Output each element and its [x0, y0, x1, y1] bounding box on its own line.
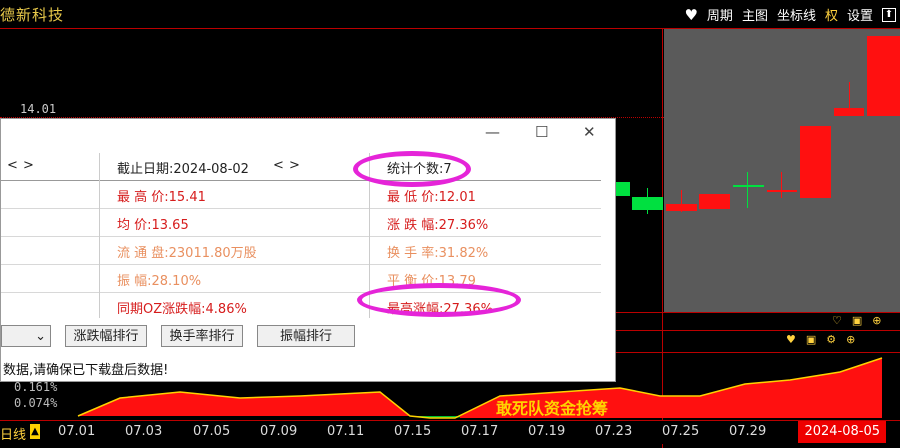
- chevron-down-icon: ⌄: [35, 329, 46, 344]
- date-tick: 07.23: [595, 424, 633, 439]
- indicator-value: 0.161%: [14, 380, 58, 394]
- date-tick: 07.25: [662, 424, 700, 439]
- nav-next-button[interactable]: >: [23, 158, 34, 173]
- highlight-ellipse: [357, 283, 521, 317]
- end-date-label: 截止日期:2024-08-02: [117, 162, 249, 177]
- oz-change: 同期OZ涨跌幅:4.86%: [117, 302, 247, 317]
- candle: [632, 197, 663, 210]
- date-tick: 07.05: [193, 424, 231, 439]
- close-icon[interactable]: ✕: [583, 123, 596, 141]
- amplitude: 振 幅:28.10%: [117, 274, 202, 289]
- shaded-range: [664, 28, 900, 313]
- turnover-rate: 换 手 率:31.82%: [387, 246, 489, 261]
- window-icon[interactable]: ▣: [852, 314, 862, 327]
- menu-settings[interactable]: 设置: [847, 5, 873, 24]
- stats-row: < > 截止日期:2024-08-02 < > 统计个数:7: [1, 153, 601, 181]
- current-date: 2024-08-05: [798, 421, 886, 443]
- rank-amplitude-button[interactable]: 振幅排行: [257, 325, 355, 347]
- date-tick: 07.03: [125, 424, 163, 439]
- maximize-icon[interactable]: ☐: [535, 123, 548, 141]
- dialog-note: 数据,请确保已下载盘后数据!: [3, 363, 169, 378]
- date-next-button[interactable]: >: [289, 158, 300, 173]
- stats-row: 振 幅:28.10% 平 衡 价:13.79: [1, 265, 601, 293]
- candle: [834, 108, 864, 116]
- stock-name: 德新科技: [0, 6, 65, 24]
- candle-wick: [781, 172, 782, 198]
- stats-row: 最 高 价:15.41 最 低 价:12.01: [1, 181, 601, 209]
- highlight-ellipse: [353, 151, 471, 187]
- warning-icon[interactable]: ▲: [30, 424, 40, 439]
- heart-icon[interactable]: ♡: [832, 314, 842, 327]
- top-bar: 德新科技 ♥ 周期 主图 坐标线 权 设置 ⬆: [0, 0, 900, 28]
- interval-stats-dialog: — ☐ ✕ < > 截止日期:2024-08-02 < > 统计个数:7 最 高…: [0, 118, 616, 382]
- window-icon[interactable]: ▣: [806, 333, 816, 346]
- date-tick: 07.19: [528, 424, 566, 439]
- sub-toolbar: ♥ ▣ ⚙ ⊕: [786, 333, 855, 346]
- arrow-up-icon[interactable]: ⬆: [882, 7, 896, 22]
- minimize-icon[interactable]: —: [485, 123, 500, 141]
- candle: [616, 182, 630, 196]
- date-axis: 日线 ▲ 07.01 07.03 07.05 07.09 07.11 07.15…: [0, 420, 900, 444]
- date-tick: 07.09: [260, 424, 298, 439]
- candle: [800, 126, 831, 198]
- candle: [867, 36, 900, 116]
- rank-turnover-button[interactable]: 换手率排行: [161, 325, 243, 347]
- date-tick: 07.29: [729, 424, 767, 439]
- divider: [0, 28, 900, 29]
- price-change: 涨 跌 幅:27.36%: [387, 218, 489, 233]
- nav-prev-button[interactable]: <: [7, 158, 18, 173]
- sub-toolbar: ♡ ▣ ⊕: [832, 314, 882, 327]
- indicator-slogan: 敢死队资金抢筹: [496, 399, 609, 418]
- column-divider: [99, 153, 100, 318]
- max-price: 最 高 价:15.41: [117, 190, 206, 205]
- dialog-titlebar: — ☐ ✕: [1, 119, 615, 147]
- float-shares: 流 通 盘:23011.80万股: [117, 246, 257, 261]
- candle-wick: [747, 172, 748, 208]
- candle: [767, 190, 797, 192]
- period-dropdown[interactable]: ⌄: [1, 325, 51, 347]
- heart-icon[interactable]: ♥: [786, 333, 796, 346]
- top-menu: ♥ 周期 主图 坐标线 权 设置 ⬆: [684, 5, 896, 24]
- price-label: 14.01: [20, 102, 57, 116]
- stats-row: 均 价:13.65 涨 跌 幅:27.36%: [1, 209, 601, 237]
- zoom-icon[interactable]: ⊕: [846, 333, 855, 346]
- indicator-value: 0.074%: [14, 396, 58, 410]
- stats-row: 流 通 盘:23011.80万股 换 手 率:31.82%: [1, 237, 601, 265]
- candle: [733, 185, 764, 187]
- area-segment: [78, 392, 410, 416]
- date-tick: 07.15: [394, 424, 432, 439]
- zoom-icon[interactable]: ⊕: [872, 314, 881, 327]
- date-tick: 07.11: [327, 424, 365, 439]
- date-tick: 07.01: [58, 424, 96, 439]
- menu-period[interactable]: 周期: [707, 5, 733, 24]
- avg-price: 均 价:13.65: [117, 218, 189, 233]
- menu-axis-line[interactable]: 坐标线: [777, 5, 816, 24]
- min-price: 最 低 价:12.01: [387, 190, 476, 205]
- candle: [666, 204, 697, 211]
- menu-main-chart[interactable]: 主图: [742, 5, 768, 24]
- heart-icon[interactable]: ♥: [684, 6, 697, 24]
- menu-adjust[interactable]: 权: [825, 5, 838, 24]
- period-label[interactable]: 日线: [0, 424, 26, 443]
- date-tick: 07.17: [461, 424, 499, 439]
- rank-change-button[interactable]: 涨跌幅排行: [65, 325, 147, 347]
- settings-icon[interactable]: ⚙: [826, 333, 836, 346]
- date-prev-button[interactable]: <: [273, 158, 284, 173]
- candle: [699, 194, 730, 209]
